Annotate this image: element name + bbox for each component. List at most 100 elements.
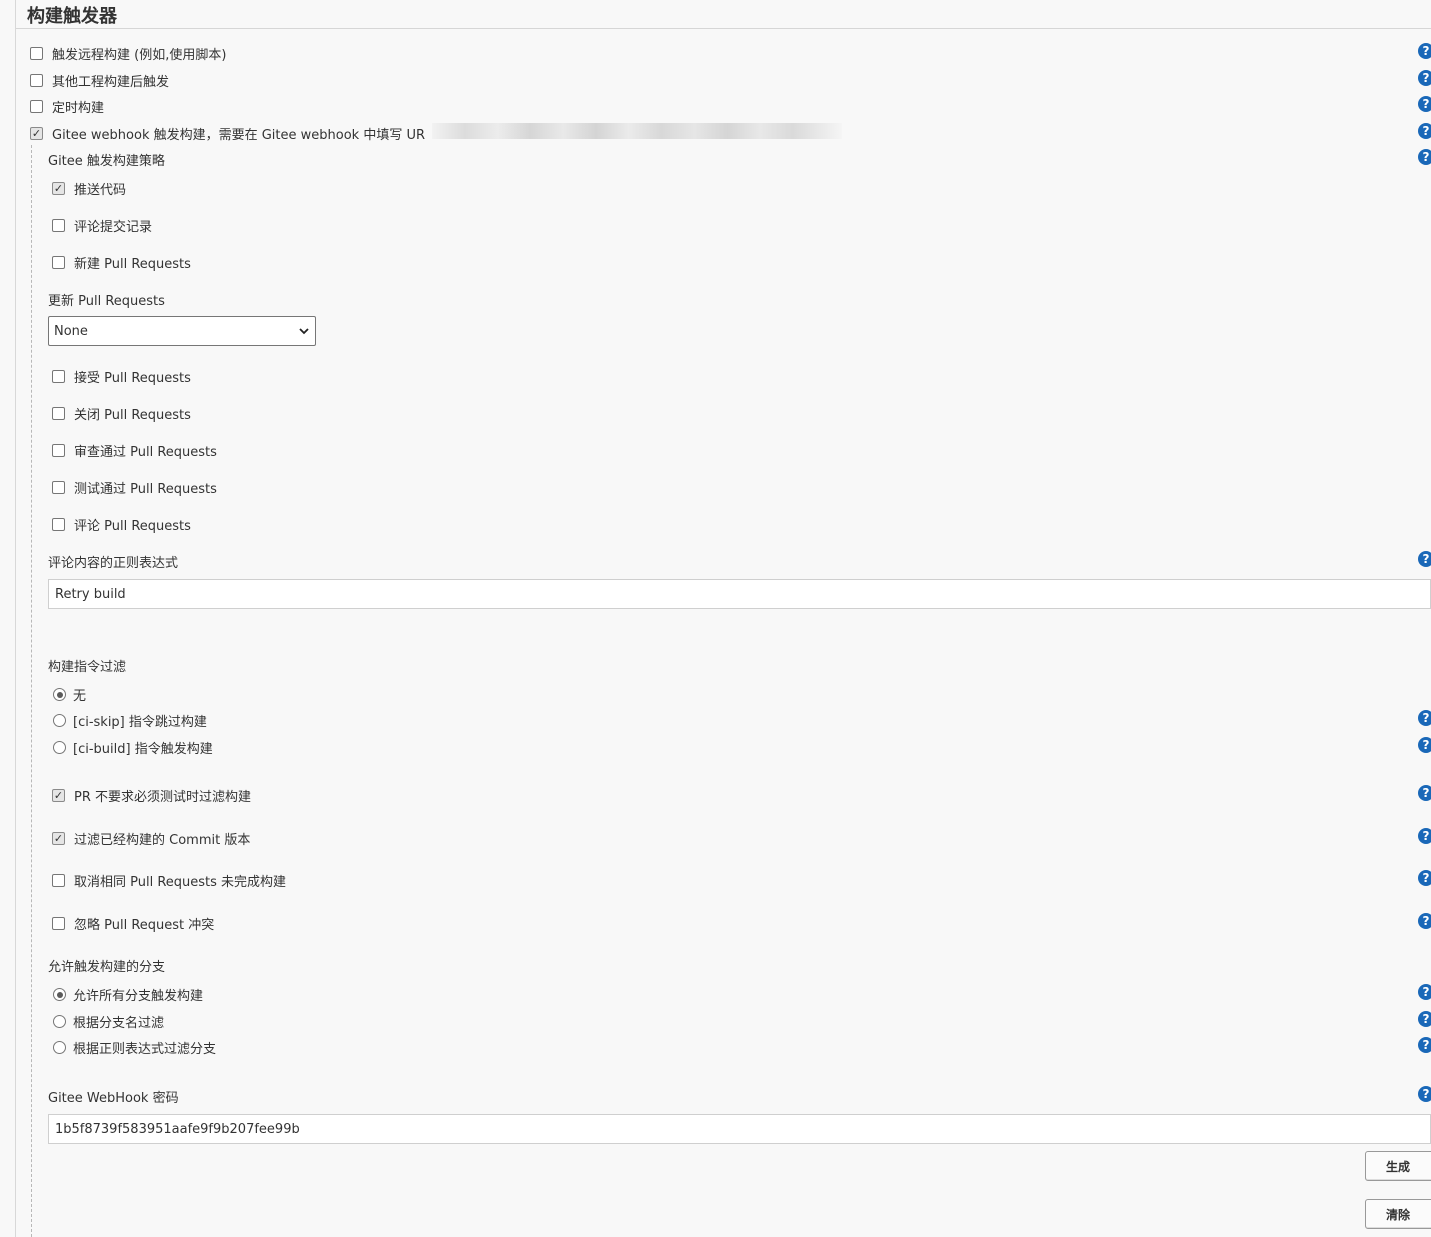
comment-pr-row[interactable]: 评论 Pull Requests: [52, 515, 191, 534]
comment-regex-input[interactable]: Retry build: [48, 579, 1431, 609]
branch-name-filter-row[interactable]: 根据分支名过滤: [53, 1012, 164, 1031]
filter-built-commit-checkbox[interactable]: [52, 832, 65, 845]
new-pr-row[interactable]: 新建 Pull Requests: [52, 253, 191, 272]
filter-built-commit-row[interactable]: 过滤已经构建的 Commit 版本: [52, 829, 250, 848]
filter-ci-skip-label: [ci-skip] 指令跳过构建: [73, 715, 207, 730]
test-pr-checkbox[interactable]: [52, 481, 65, 494]
trigger-gitee-label: Gitee webhook 触发构建，需要在 Gitee webhook 中填写…: [52, 128, 426, 143]
branch-all-row[interactable]: 允许所有分支触发构建: [53, 985, 203, 1004]
build-filter-label: 构建指令过滤: [48, 660, 127, 675]
accept-pr-checkbox[interactable]: [52, 370, 65, 383]
branch-all-radio[interactable]: [53, 988, 66, 1001]
trigger-remote-row[interactable]: 触发远程构建 (例如,使用脚本): [30, 44, 226, 63]
help-icon[interactable]: ?: [1418, 1011, 1431, 1027]
comment-regex-label: 评论内容的正则表达式: [48, 556, 179, 571]
comment-pr-label: 评论 Pull Requests: [74, 519, 191, 534]
branch-name-filter-radio[interactable]: [53, 1015, 66, 1028]
new-pr-checkbox[interactable]: [52, 256, 65, 269]
trigger-timer-row[interactable]: 定时构建: [30, 97, 104, 116]
filter-built-commit-label: 过滤已经构建的 Commit 版本: [74, 833, 251, 848]
approve-pr-label: 审查通过 Pull Requests: [74, 445, 217, 460]
help-icon[interactable]: ?: [1418, 737, 1431, 753]
help-icon[interactable]: ?: [1418, 43, 1431, 59]
new-pr-label: 新建 Pull Requests: [74, 257, 191, 272]
filter-ci-skip-radio[interactable]: [53, 714, 66, 727]
close-pr-checkbox[interactable]: [52, 407, 65, 420]
filter-none-radio[interactable]: [53, 688, 66, 701]
filter-ci-build-radio[interactable]: [53, 741, 66, 754]
comment-commit-label: 评论提交记录: [74, 220, 153, 235]
push-code-label: 推送代码: [74, 183, 127, 198]
branch-name-filter-label: 根据分支名过滤: [73, 1016, 165, 1031]
chevron-down-icon: [299, 328, 309, 335]
push-code-row[interactable]: 推送代码: [52, 179, 126, 198]
help-icon[interactable]: ?: [1418, 1086, 1431, 1102]
filter-ci-skip-row[interactable]: [ci-skip] 指令跳过构建: [53, 711, 207, 730]
update-pr-selected-value: None: [54, 323, 88, 339]
strategy-label: Gitee 触发构建策略: [48, 154, 165, 169]
branch-regex-filter-label: 根据正则表达式过滤分支: [73, 1042, 217, 1057]
help-icon[interactable]: ?: [1418, 984, 1431, 1000]
comment-commit-checkbox[interactable]: [52, 219, 65, 232]
cancel-pending-label: 取消相同 Pull Requests 未完成构建: [74, 875, 287, 890]
test-pr-row[interactable]: 测试通过 Pull Requests: [52, 478, 217, 497]
left-border: [15, 0, 16, 1237]
help-icon[interactable]: ?: [1418, 70, 1431, 86]
trigger-gitee-checkbox[interactable]: [30, 127, 43, 140]
filter-ci-build-row[interactable]: [ci-build] 指令触发构建: [53, 738, 213, 757]
help-icon[interactable]: ?: [1418, 870, 1431, 886]
filter-none-label: 无: [73, 689, 87, 704]
comment-regex-value: Retry build: [55, 586, 126, 602]
filter-none-row[interactable]: 无: [53, 685, 86, 704]
branch-regex-filter-radio[interactable]: [53, 1041, 66, 1054]
approve-pr-row[interactable]: 审查通过 Pull Requests: [52, 441, 217, 460]
approve-pr-checkbox[interactable]: [52, 444, 65, 457]
trigger-timer-label: 定时构建: [52, 101, 105, 116]
accept-pr-label: 接受 Pull Requests: [74, 371, 191, 386]
help-icon[interactable]: ?: [1418, 785, 1431, 801]
accept-pr-row[interactable]: 接受 Pull Requests: [52, 367, 191, 386]
pr-no-test-filter-label: PR 不要求必须测试时过滤构建: [74, 790, 252, 805]
branches-label: 允许触发构建的分支: [48, 960, 166, 975]
filter-ci-build-label: [ci-build] 指令触发构建: [73, 742, 213, 757]
trigger-upstream-row[interactable]: 其他工程构建后触发: [30, 71, 169, 90]
trigger-remote-checkbox[interactable]: [30, 47, 43, 60]
secret-value: 1b5f8739f583951aafe9f9b207fee99b: [55, 1121, 300, 1137]
ignore-conflict-checkbox[interactable]: [52, 917, 65, 930]
help-icon[interactable]: ?: [1418, 710, 1431, 726]
clear-button[interactable]: 清除: [1365, 1199, 1431, 1229]
push-code-checkbox[interactable]: [52, 182, 65, 195]
pr-no-test-filter-checkbox[interactable]: [52, 789, 65, 802]
trigger-upstream-label: 其他工程构建后触发: [52, 75, 170, 90]
help-icon[interactable]: ?: [1418, 123, 1431, 139]
help-icon[interactable]: ?: [1418, 149, 1431, 165]
comment-commit-row[interactable]: 评论提交记录: [52, 216, 152, 235]
trigger-upstream-checkbox[interactable]: [30, 74, 43, 87]
ignore-conflict-label: 忽略 Pull Request 冲突: [74, 918, 215, 933]
secret-label: Gitee WebHook 密码: [48, 1091, 179, 1106]
trigger-remote-label: 触发远程构建 (例如,使用脚本): [52, 48, 227, 63]
section-title: 构建触发器: [27, 6, 117, 27]
nested-indent-line: [31, 145, 32, 1237]
help-icon[interactable]: ?: [1418, 1037, 1431, 1053]
pr-no-test-filter-row[interactable]: PR 不要求必须测试时过滤构建: [52, 786, 251, 805]
branch-regex-filter-row[interactable]: 根据正则表达式过滤分支: [53, 1038, 216, 1057]
secret-input[interactable]: 1b5f8739f583951aafe9f9b207fee99b: [48, 1114, 1431, 1144]
close-pr-label: 关闭 Pull Requests: [74, 408, 191, 423]
update-pr-label: 更新 Pull Requests: [48, 294, 165, 309]
help-icon[interactable]: ?: [1418, 96, 1431, 112]
help-icon[interactable]: ?: [1418, 551, 1431, 567]
test-pr-label: 测试通过 Pull Requests: [74, 482, 217, 497]
generate-button[interactable]: 生成: [1365, 1151, 1431, 1181]
trigger-timer-checkbox[interactable]: [30, 100, 43, 113]
trigger-gitee-row[interactable]: Gitee webhook 触发构建，需要在 Gitee webhook 中填写…: [30, 124, 425, 143]
help-icon[interactable]: ?: [1418, 828, 1431, 844]
help-icon[interactable]: ?: [1418, 913, 1431, 929]
comment-pr-checkbox[interactable]: [52, 518, 65, 531]
cancel-pending-checkbox[interactable]: [52, 874, 65, 887]
ignore-conflict-row[interactable]: 忽略 Pull Request 冲突: [52, 914, 214, 933]
branch-all-label: 允许所有分支触发构建: [73, 989, 204, 1004]
update-pr-select[interactable]: None: [48, 316, 316, 346]
cancel-pending-row[interactable]: 取消相同 Pull Requests 未完成构建: [52, 871, 286, 890]
close-pr-row[interactable]: 关闭 Pull Requests: [52, 404, 191, 423]
